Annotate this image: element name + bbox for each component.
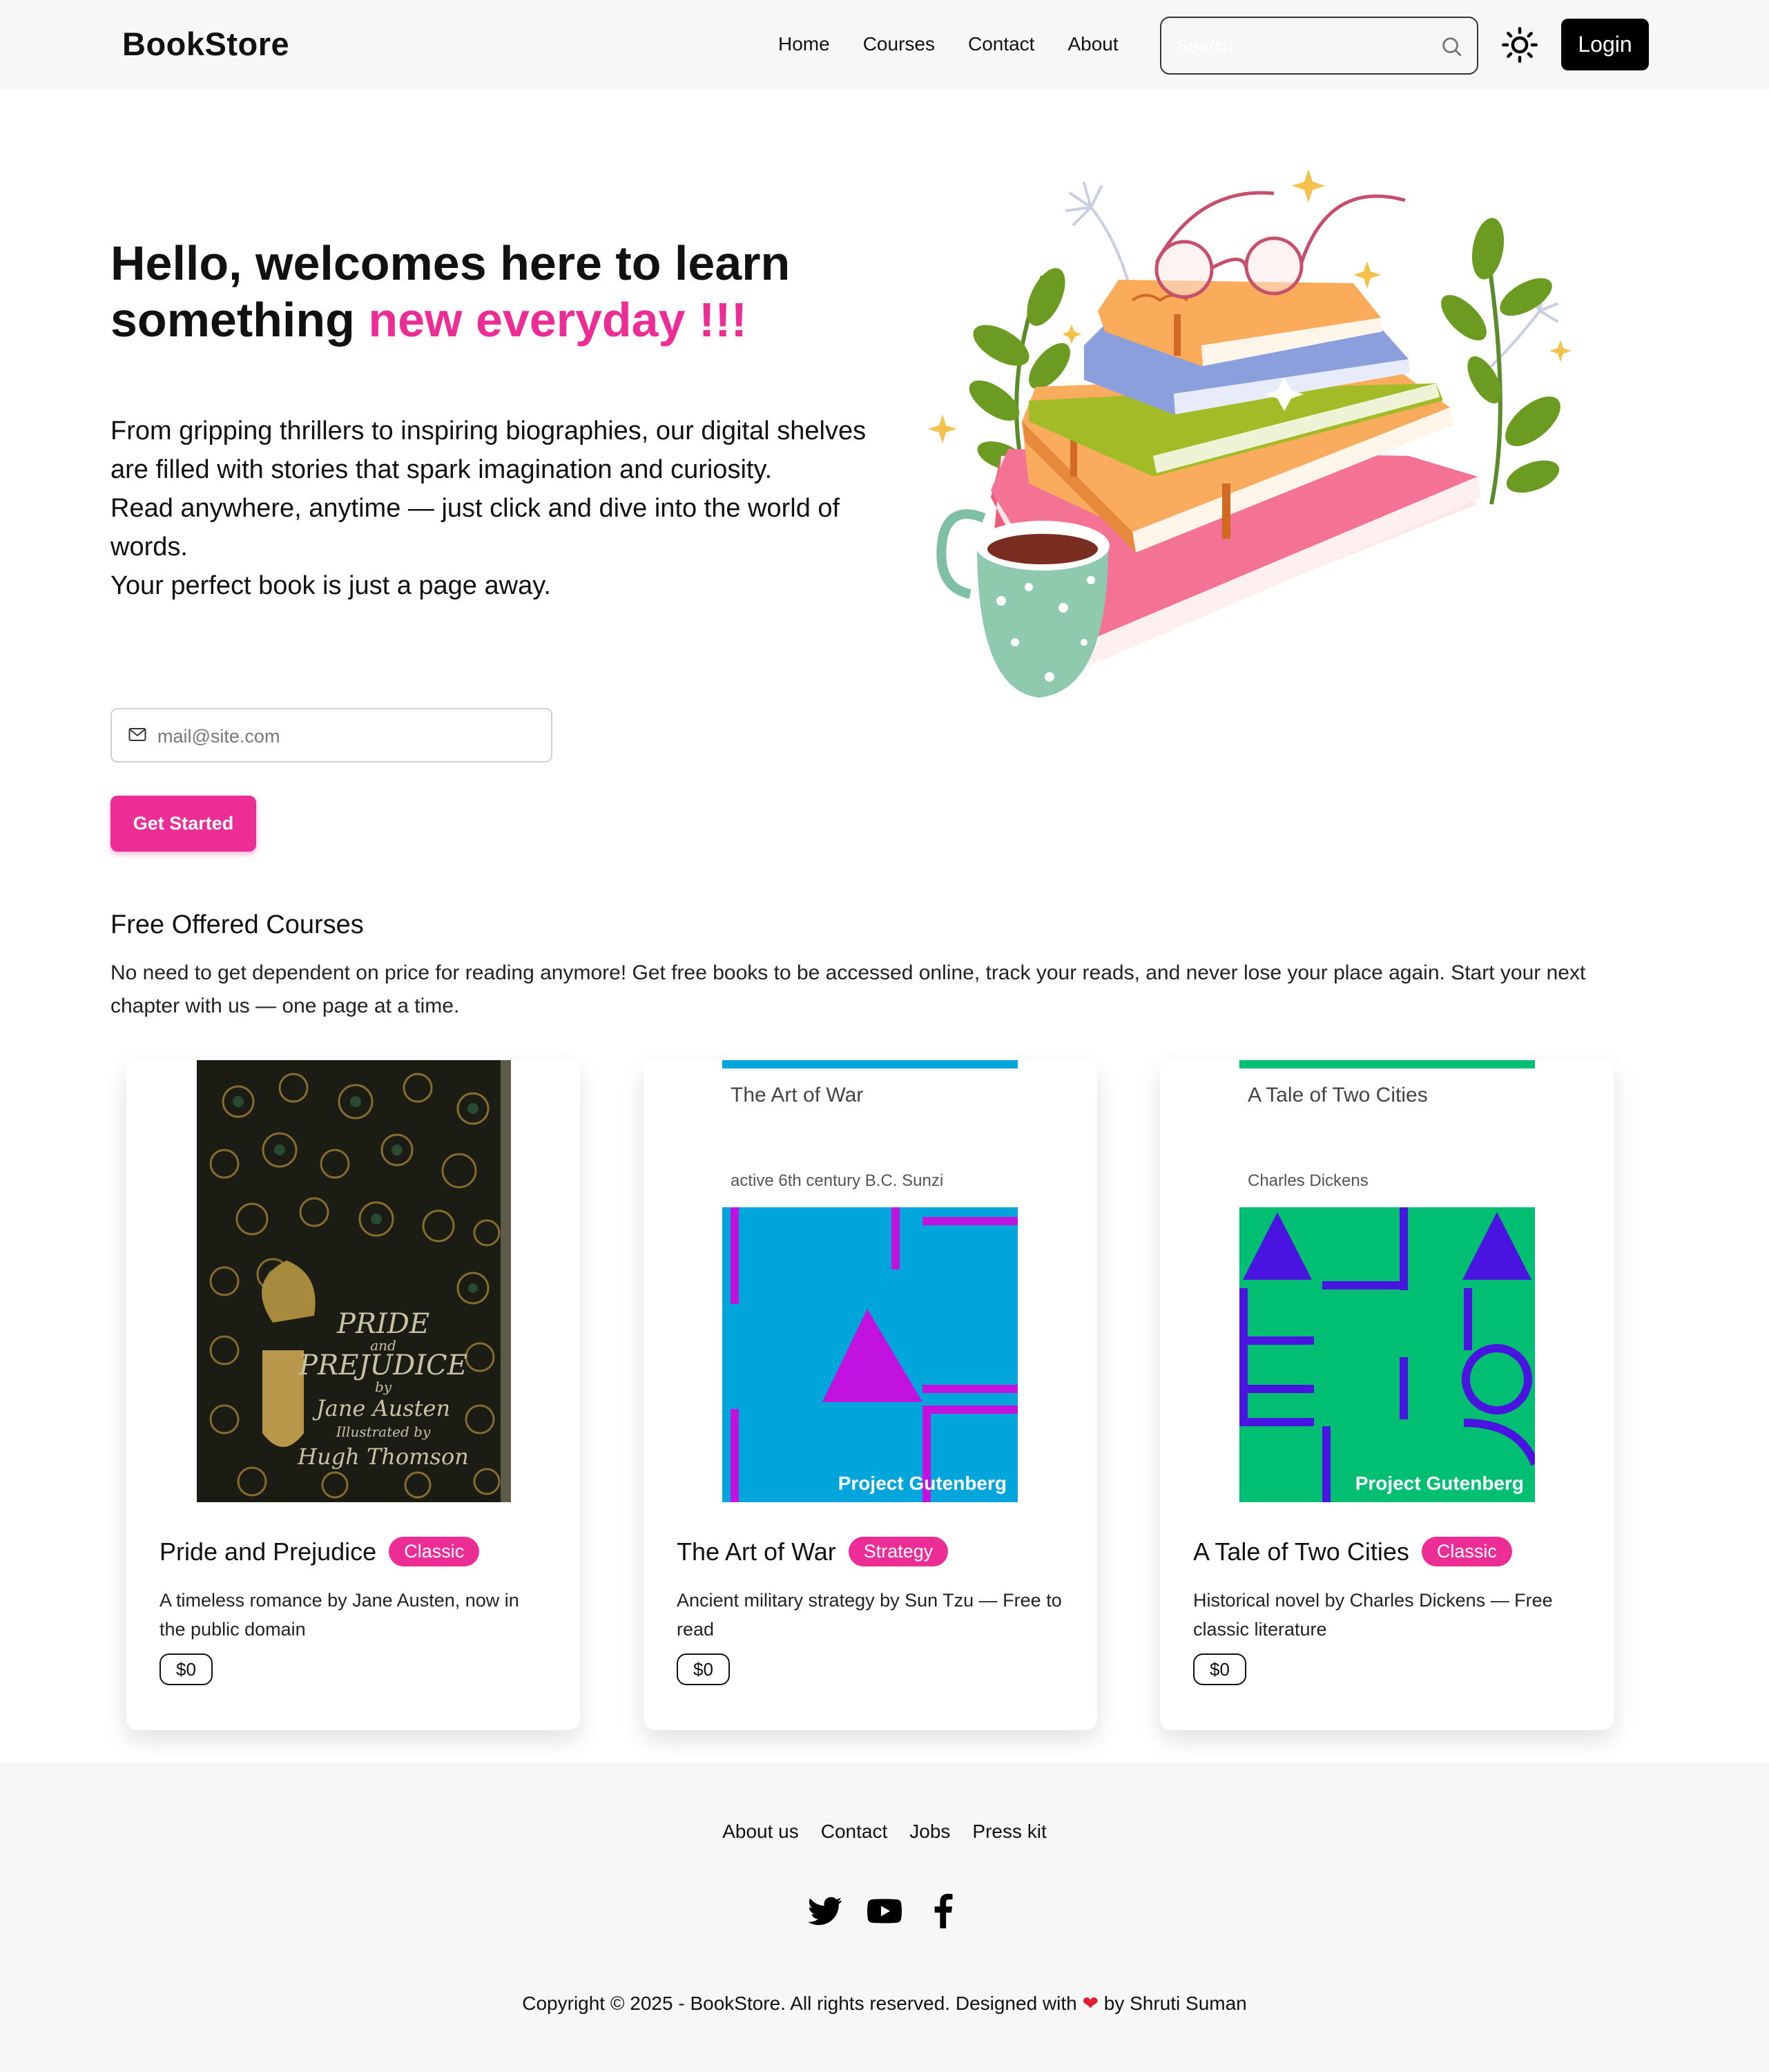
card-title-row: The Art of War Strategy (677, 1537, 949, 1566)
cover-title: The Art of War (731, 1084, 863, 1106)
hero-title-plain: something (110, 293, 369, 347)
hero-description: From gripping thrillers to inspiring bio… (110, 412, 898, 605)
cover-text-title1: PRIDE (336, 1308, 429, 1340)
get-started-button[interactable]: Get Started (110, 796, 256, 852)
cover-text-title2: PREJUDICE (298, 1350, 467, 1381)
hero-paragraph: From gripping thrillers to inspiring bio… (110, 416, 867, 484)
card-title[interactable]: A Tale of Two Cities (1193, 1537, 1409, 1566)
category-badge: Strategy (848, 1537, 949, 1566)
nav-about[interactable]: About (1067, 33, 1118, 55)
facebook-icon[interactable] (927, 1894, 961, 1928)
price-badge[interactable]: $0 (677, 1653, 730, 1685)
book-cover: The Art of War active 6th century B.C. S… (722, 1060, 1018, 1502)
copyright-author: by Shruti Suman (1103, 1993, 1247, 2014)
book-cover: PRIDE and PREJUDICE by Jane Austen Illus… (197, 1060, 511, 1502)
card-description: Historical novel by Charles Dickens — Fr… (1193, 1590, 1553, 1640)
copyright-text: Copyright © 2025 - BookStore. All rights… (522, 1993, 1077, 2014)
course-card[interactable]: The Art of War active 6th century B.C. S… (644, 1060, 1097, 1730)
footer-links: About us Contact Jobs Press kit (0, 1821, 1769, 1843)
youtube-icon[interactable] (867, 1894, 902, 1928)
course-card[interactable]: PRIDE and PREJUDICE by Jane Austen Illus… (126, 1060, 580, 1730)
search-box (1160, 17, 1478, 75)
category-badge: Classic (1421, 1537, 1512, 1566)
mail-icon (128, 728, 146, 741)
footer-link-jobs[interactable]: Jobs (909, 1821, 950, 1843)
cover-publisher: Project Gutenberg (838, 1473, 1007, 1494)
card-title[interactable]: The Art of War (677, 1537, 836, 1566)
login-button[interactable]: Login (1561, 19, 1649, 70)
hero-paragraph: Read anywhere, anytime — just click and … (110, 494, 840, 562)
footer: About us Contact Jobs Press kit Copyrigh… (0, 1763, 1769, 2072)
cover-text-illustrated: Illustrated by (336, 1423, 431, 1440)
cover-author: active 6th century B.C. Sunzi (731, 1171, 943, 1190)
search-input[interactable] (1177, 29, 1432, 62)
email-input[interactable] (157, 719, 530, 754)
navbar: BookStore Home Courses Contact About Log… (0, 0, 1769, 90)
book-cover: A Tale of Two Cities Charles Dickens Pro… (1239, 1060, 1535, 1502)
hero-title-accent: new everyday !!! (368, 293, 747, 347)
nav-contact[interactable]: Contact (968, 33, 1035, 55)
course-card[interactable]: A Tale of Two Cities Charles Dickens Pro… (1160, 1060, 1614, 1730)
cover-text-author: Jane Austen (312, 1395, 450, 1421)
cover-title: A Tale of Two Cities (1248, 1084, 1428, 1106)
hero-title: Hello, welcomes here to learn something … (110, 235, 925, 348)
card-title-row: A Tale of Two Cities Classic (1193, 1537, 1512, 1566)
nav-links: Home Courses Contact About (778, 33, 1119, 55)
nav-home[interactable]: Home (778, 33, 830, 55)
cover-text-illustrator: Hugh Thomson (297, 1443, 469, 1470)
price-badge[interactable]: $0 (160, 1653, 213, 1685)
hero-title-line2: something new everyday !!! (110, 291, 925, 348)
heart-icon: ❤ (1082, 1993, 1099, 2014)
card-description: Ancient military strategy by Sun Tzu — F… (677, 1590, 1062, 1640)
price-badge[interactable]: $0 (1193, 1653, 1246, 1685)
cover-text-by: by (375, 1379, 392, 1395)
category-badge: Classic (389, 1537, 480, 1566)
cover-author: Charles Dickens (1248, 1171, 1369, 1190)
card-title-row: Pride and Prejudice Classic (160, 1537, 480, 1566)
twitter-icon[interactable] (808, 1894, 842, 1928)
card-title[interactable]: Pride and Prejudice (160, 1537, 376, 1566)
search-icon[interactable] (1440, 35, 1463, 58)
footer-link-about[interactable]: About us (722, 1821, 799, 1843)
social-links (0, 1894, 1769, 1928)
copyright: Copyright © 2025 - BookStore. All rights… (0, 1992, 1769, 2015)
books-illustration (928, 169, 1572, 698)
nav-courses[interactable]: Courses (863, 33, 935, 55)
hero-title-line1: Hello, welcomes here to learn (110, 236, 791, 290)
card-description: A timeless romance by Jane Austen, now i… (160, 1590, 519, 1640)
footer-link-press[interactable]: Press kit (972, 1821, 1046, 1843)
sun-icon[interactable] (1501, 26, 1538, 64)
courses-description: No need to get dependent on price for re… (110, 961, 1586, 1017)
hero-paragraph: Your perfect book is just a page away. (110, 571, 551, 600)
courses-title: Free Offered Courses (110, 910, 364, 939)
email-field (110, 708, 552, 762)
brand-logo[interactable]: BookStore (122, 25, 289, 63)
footer-link-contact[interactable]: Contact (821, 1821, 888, 1843)
cover-publisher: Project Gutenberg (1355, 1473, 1524, 1494)
